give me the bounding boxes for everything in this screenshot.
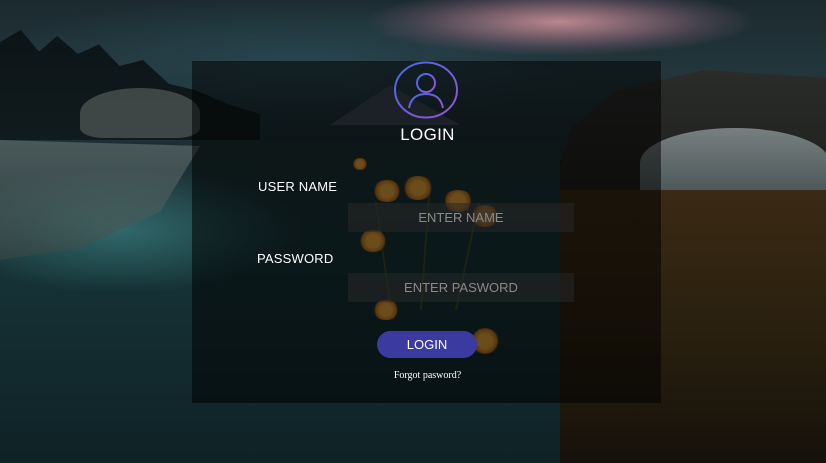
- user-circle-icon: [394, 61, 458, 119]
- username-input[interactable]: [348, 203, 574, 232]
- password-input[interactable]: [348, 273, 574, 302]
- login-button[interactable]: LOGIN: [377, 331, 477, 358]
- username-label: USER NAME: [258, 179, 338, 194]
- forgot-password-link[interactable]: Forgot pasword?: [0, 370, 826, 381]
- password-label: PASSWORD: [257, 251, 334, 266]
- login-title: LOGIN: [400, 125, 455, 144]
